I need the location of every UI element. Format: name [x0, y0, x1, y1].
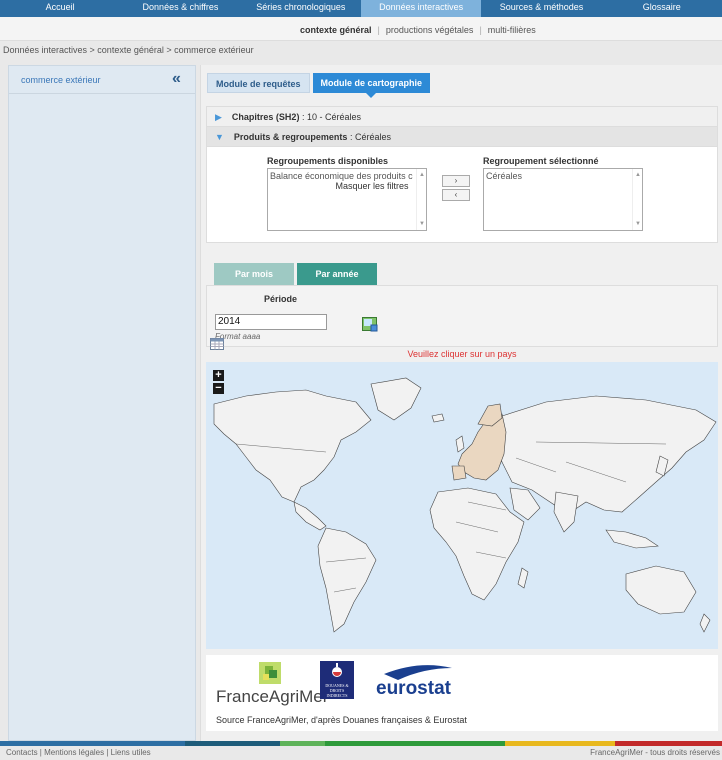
franceagrimer-mark-icon — [259, 662, 281, 684]
accordion-produits[interactable]: ▼ Produits & regroupements : Céréales — [207, 127, 717, 147]
country-australia — [625, 565, 697, 615]
module-tabs: Module de requêtes Module de cartographi… — [207, 73, 433, 98]
franceagrimer-logo: FranceAgriMer — [216, 687, 329, 706]
left-sidebar: commerce extérieur « — [8, 65, 196, 741]
douanes-emblem-icon — [332, 663, 342, 677]
subnav-separator: | — [377, 25, 380, 35]
nav-tab-glossaire[interactable]: Glossaire — [602, 0, 722, 17]
filters-panel: ▶ Chapitres (SH2) : 10 - Céréales ▼ Produi… — [206, 106, 718, 243]
country-iberia — [451, 465, 467, 481]
produits-value: : Céréales — [347, 132, 391, 142]
country-new-zealand — [699, 613, 711, 633]
accordion-chapitres[interactable]: ▶ Chapitres (SH2) : 10 - Céréales — [207, 107, 717, 127]
country-greenland — [370, 377, 422, 421]
country-india — [553, 491, 579, 533]
hide-filters-label[interactable]: Masquer les filtres — [207, 178, 537, 196]
subnav-separator: | — [479, 25, 482, 35]
periode-label: Période — [264, 294, 298, 304]
scroll-down-icon: ▼ — [635, 221, 641, 227]
tab-module-cartographie[interactable]: Module de cartographie — [312, 73, 431, 98]
world-map-svg[interactable] — [206, 362, 718, 649]
world-map[interactable]: + − — [206, 362, 718, 649]
source-note: Source FranceAgriMer, d'après Douanes fr… — [216, 715, 467, 725]
year-input[interactable]: 2014 — [215, 314, 327, 330]
breadcrumb: Données interactives > contexte général … — [0, 42, 722, 59]
country-iceland — [431, 413, 445, 423]
top-navigation: Accueil Données & chiffres Séries chrono… — [0, 0, 722, 17]
country-madagascar — [517, 567, 529, 589]
sidebar-item-commerce-exterieur[interactable]: commerce extérieur — [21, 75, 101, 85]
chapitres-value: : 10 - Céréales — [299, 112, 361, 122]
tab-par-annee[interactable]: Par année — [297, 263, 377, 290]
map-prompt: Veuillez cliquer sur un pays — [407, 349, 517, 359]
double-chevron-left-icon[interactable]: « — [172, 70, 181, 88]
nav-tab-donnees-chiffres[interactable]: Données & chiffres — [120, 0, 240, 17]
subnav-productions-vegetales[interactable]: productions végétales — [386, 25, 474, 35]
douanes-text: DOUANES & DROITS INDIRECTS — [325, 683, 349, 698]
refresh-map-icon[interactable] — [362, 316, 378, 332]
eurostat-logo-text: eurostat — [376, 678, 452, 699]
subnav-multi-filieres[interactable]: multi-filières — [488, 25, 536, 35]
tab-par-mois[interactable]: Par mois — [214, 263, 294, 285]
nav-tab-donnees-interactives[interactable]: Données interactives — [360, 0, 482, 17]
nav-tab-sources[interactable]: Sources & méthodes — [481, 0, 601, 17]
logos-panel: FranceAgriMer DOUANES & DROITS INDIRECTS… — [206, 655, 718, 731]
footer-links[interactable]: Contacts | Mentions légales | Liens util… — [6, 746, 151, 760]
tab-module-requetes[interactable]: Module de requêtes — [207, 73, 310, 93]
regroupement-selectionne-label: Regroupement sélectionné — [483, 156, 599, 166]
scroll-down-icon: ▼ — [419, 221, 425, 227]
footer: Contacts | Mentions légales | Liens util… — [0, 746, 722, 760]
country-uk — [455, 435, 465, 453]
country-central-america — [293, 501, 327, 531]
footer-copyright: FranceAgriMer - tous droits réservés — [590, 748, 720, 757]
douanes-logo: DOUANES & DROITS INDIRECTS — [320, 661, 354, 699]
produits-label: Produits & regroupements — [233, 132, 348, 142]
subnav-contexte-general[interactable]: contexte général — [300, 25, 372, 35]
country-south-america — [317, 527, 377, 633]
triangle-right-icon: ▶ — [215, 112, 222, 122]
triangle-down-icon: ▼ — [215, 132, 224, 142]
periode-panel: Période 2014 Format aaaa — [206, 285, 718, 350]
eurostat-logo: eurostat — [376, 665, 452, 699]
scroll-up-icon: ▲ — [635, 172, 641, 178]
country-north-america — [213, 389, 372, 503]
regroupements-disponibles-label: Regroupements disponibles — [267, 156, 389, 166]
nav-tab-series[interactable]: Séries chronologiques — [241, 0, 361, 17]
main-panel: Module de requêtes Module de cartographi… — [200, 65, 722, 741]
periode-tabs: Par mois Par année — [214, 263, 380, 290]
nav-tab-accueil[interactable]: Accueil — [0, 0, 120, 17]
scrollbar[interactable]: ▲ ▼ — [632, 169, 642, 230]
country-indonesia — [605, 529, 659, 549]
sidebar-header: commerce extérieur « — [9, 66, 195, 94]
chapitres-label: Chapitres (SH2) — [231, 112, 300, 122]
country-africa — [429, 487, 525, 601]
sub-navigation: contexte général | productions végétales | m… — [0, 17, 722, 41]
